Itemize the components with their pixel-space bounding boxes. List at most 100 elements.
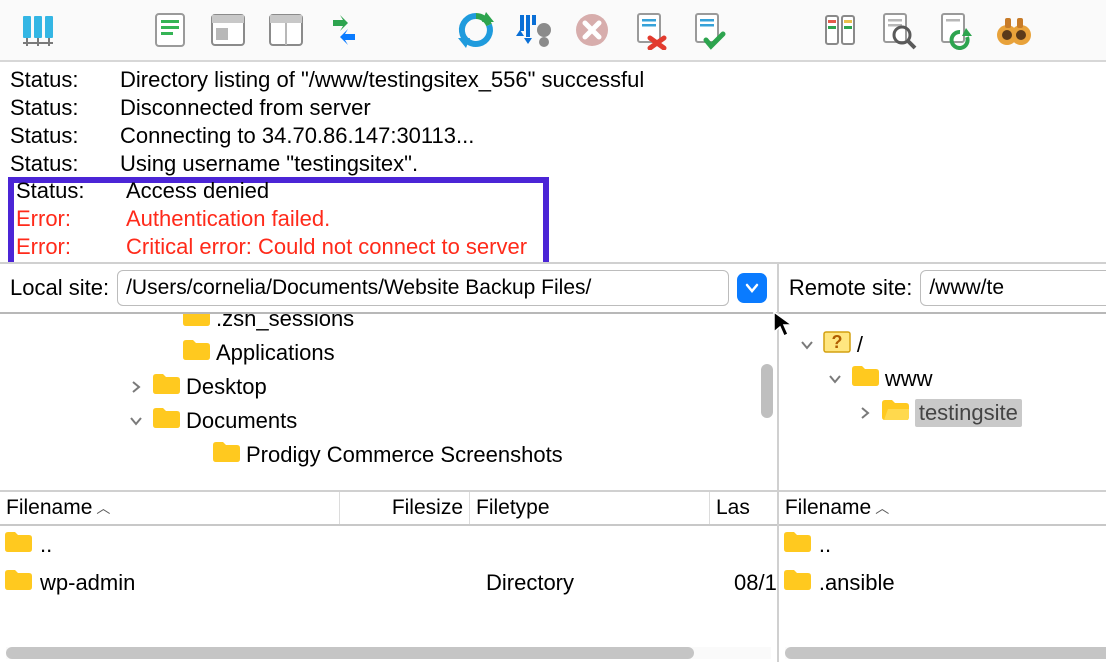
remote-list-header: Filename︿ [779, 492, 1106, 526]
log-label: Status: [10, 122, 120, 150]
last-modified: 08/1 [734, 570, 777, 596]
expand-chevron[interactable] [797, 335, 817, 355]
folder-icon [881, 399, 909, 427]
tree-item[interactable]: Prodigy Commerce Screenshots [0, 438, 777, 472]
tree-item-label: Desktop [186, 374, 267, 400]
tree-item[interactable]: testingsite [779, 396, 1106, 430]
quickconnect-icon[interactable] [148, 8, 192, 52]
remote-pathbar: Remote site: [779, 264, 1106, 314]
log-message: Critical error: Could not connect to ser… [126, 233, 527, 261]
sort-caret-icon: ︿ [875, 498, 889, 518]
local-path-input[interactable] [117, 270, 729, 306]
sort-caret-icon: ︿ [96, 498, 110, 518]
message-log[interactable]: Status:Directory listing of "/www/testin… [0, 62, 1106, 262]
tree-item-label: Prodigy Commerce Screenshots [246, 442, 563, 468]
folder-icon [4, 531, 32, 559]
list-item[interactable]: .. [0, 526, 777, 564]
site-manager-icon[interactable] [16, 8, 60, 52]
local-pathbar: Local site: [0, 264, 777, 314]
tree-item-label: www [885, 366, 933, 392]
remote-path-input[interactable] [920, 270, 1106, 306]
column-filename[interactable]: Filename︿ [0, 492, 340, 524]
delete-file-icon[interactable] [628, 8, 672, 52]
folder-icon [182, 339, 210, 367]
log-label: Status: [10, 150, 120, 178]
expand-chevron[interactable] [855, 403, 875, 423]
expand-chevron[interactable] [126, 377, 146, 397]
local-path-dropdown[interactable] [737, 273, 767, 303]
transfer-queue-icon[interactable] [322, 8, 366, 52]
local-list-header: Filename︿ Filesize Filetype Las [0, 492, 777, 526]
expand-chevron[interactable] [156, 343, 176, 363]
binoculars-icon[interactable] [992, 8, 1036, 52]
expand-chevron[interactable] [126, 411, 146, 431]
tree-item[interactable]: ? / [779, 328, 1106, 362]
tree-item-label: .zsh_sessions [216, 314, 354, 332]
local-tree[interactable]: .zsh_sessions Applications Desktop Docum… [0, 314, 777, 492]
tree-item-label: testingsite [915, 399, 1022, 427]
filetype: Directory [486, 570, 726, 596]
cancel-icon[interactable] [570, 8, 614, 52]
log-label: Status: [10, 94, 120, 122]
scrollbar-horizontal[interactable] [6, 647, 771, 659]
filename: .. [819, 532, 831, 558]
log-toggle-icon[interactable] [206, 8, 250, 52]
log-message: Using username "testingsitex". [120, 150, 418, 178]
sync-icon[interactable] [934, 8, 978, 52]
scrollbar-horizontal[interactable] [785, 647, 1106, 659]
column-filename[interactable]: Filename︿ [779, 492, 1106, 524]
column-filesize[interactable]: Filesize [340, 492, 470, 524]
log-label: Status: [10, 66, 120, 94]
log-message: Access denied [126, 177, 269, 205]
list-item[interactable]: .. [779, 526, 1106, 564]
compare-icon[interactable] [818, 8, 862, 52]
remote-pane: Remote site: ? / www testingsite Filenam… [779, 264, 1106, 662]
filename: wp-admin [40, 570, 135, 596]
expand-chevron[interactable] [825, 369, 845, 389]
tree-item-label: Applications [216, 340, 335, 366]
column-filetype[interactable]: Filetype [470, 492, 710, 524]
local-file-list[interactable]: .. wp-admin Directory 08/1 [0, 526, 777, 662]
split-panes: Local site: .zsh_sessions Applications D… [0, 262, 1106, 662]
filename: .. [40, 532, 52, 558]
log-label: Status: [16, 177, 126, 205]
tree-item[interactable]: www [779, 362, 1106, 396]
folder-icon [152, 373, 180, 401]
expand-chevron[interactable] [186, 445, 206, 465]
list-item[interactable]: wp-admin Directory 08/1 [0, 564, 777, 602]
column-last[interactable]: Las [710, 492, 777, 524]
remote-tree[interactable]: ? / www testingsite [779, 314, 1106, 492]
refresh-icon[interactable] [454, 8, 498, 52]
tree-item[interactable]: Documents [0, 404, 777, 438]
folder-icon [212, 441, 240, 469]
error-highlight: Status:Access denied Error:Authenticatio… [8, 177, 549, 262]
remote-site-label: Remote site: [789, 275, 913, 301]
scrollbar-thumb[interactable] [761, 364, 773, 418]
tree-item[interactable]: .zsh_sessions [0, 314, 777, 336]
tree-item[interactable]: Applications [0, 336, 777, 370]
filter-icon[interactable] [512, 8, 556, 52]
remote-file-list[interactable]: .. .ansible [779, 526, 1106, 662]
filename: .ansible [819, 570, 895, 596]
tree-item[interactable]: Desktop [0, 370, 777, 404]
folder-icon [152, 407, 180, 435]
tree-item-label: Documents [186, 408, 297, 434]
tree-toggle-icon[interactable] [264, 8, 308, 52]
toolbar [0, 0, 1106, 62]
folder-icon [4, 569, 32, 597]
search-icon[interactable] [876, 8, 920, 52]
expand-chevron[interactable] [156, 314, 176, 329]
log-message: Authentication failed. [126, 205, 330, 233]
list-item[interactable]: .ansible [779, 564, 1106, 602]
folder-icon [851, 365, 879, 393]
local-pane: Local site: .zsh_sessions Applications D… [0, 264, 779, 662]
log-label: Error: [16, 205, 126, 233]
tree-item-label: / [857, 332, 863, 358]
chevron-down-icon [744, 280, 760, 296]
local-site-label: Local site: [10, 275, 109, 301]
folder-icon [182, 314, 210, 333]
log-label: Error: [16, 233, 126, 261]
svg-text:?: ? [831, 332, 842, 352]
check-file-icon[interactable] [686, 8, 730, 52]
folder-icon [783, 531, 811, 559]
